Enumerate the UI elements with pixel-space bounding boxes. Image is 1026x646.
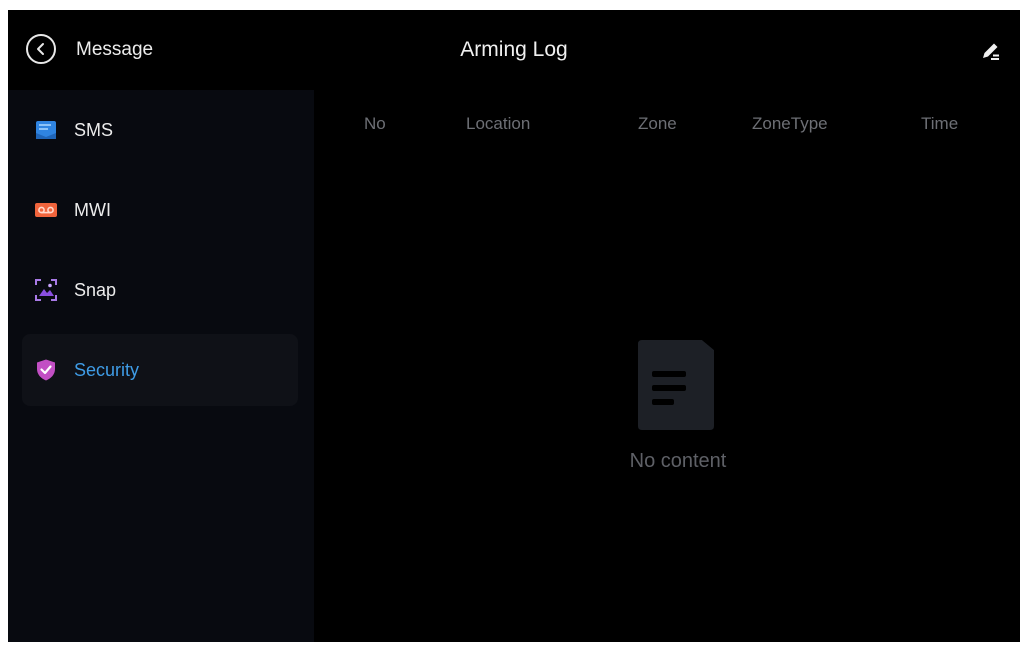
document-icon — [638, 340, 714, 430]
sidebar-item-snap[interactable]: Snap — [22, 254, 298, 326]
sidebar-item-label: SMS — [74, 120, 114, 140]
sidebar-item-security[interactable]: Security — [22, 334, 298, 406]
top-bar: Message Arming Log — [8, 10, 1020, 90]
column-header-time: Time — [921, 114, 959, 133]
chevron-left-icon — [37, 43, 44, 55]
edit-button[interactable] — [976, 36, 1006, 66]
empty-state-text: No content — [629, 450, 727, 472]
column-header-no: No — [364, 114, 386, 133]
snapshot-icon — [35, 279, 57, 301]
column-header-location: Location — [466, 114, 531, 133]
sidebar-item-label: Snap — [74, 280, 117, 300]
pencil-icon — [983, 43, 999, 60]
sidebar-item-label: Security — [74, 360, 140, 380]
column-header-zonetype: ZoneType — [752, 114, 828, 133]
sidebar: SMS MWI Snap Security — [8, 90, 314, 642]
page-title: Arming Log — [460, 38, 568, 61]
sidebar-item-sms[interactable]: SMS — [22, 94, 298, 166]
voicemail-icon — [35, 203, 57, 217]
arming-log-panel: No Location Zone ZoneType Time No conten… — [314, 90, 1020, 642]
column-header-zone: Zone — [638, 114, 677, 133]
sidebar-item-mwi[interactable]: MWI — [22, 174, 298, 246]
shield-check-icon — [37, 359, 55, 381]
sidebar-item-label: MWI — [74, 200, 111, 220]
back-label[interactable]: Message — [76, 38, 153, 62]
arming-log-screen: Message Arming Log SMS MWI Snap Security… — [8, 10, 1020, 642]
sms-icon — [36, 121, 56, 139]
back-button[interactable] — [26, 34, 56, 64]
